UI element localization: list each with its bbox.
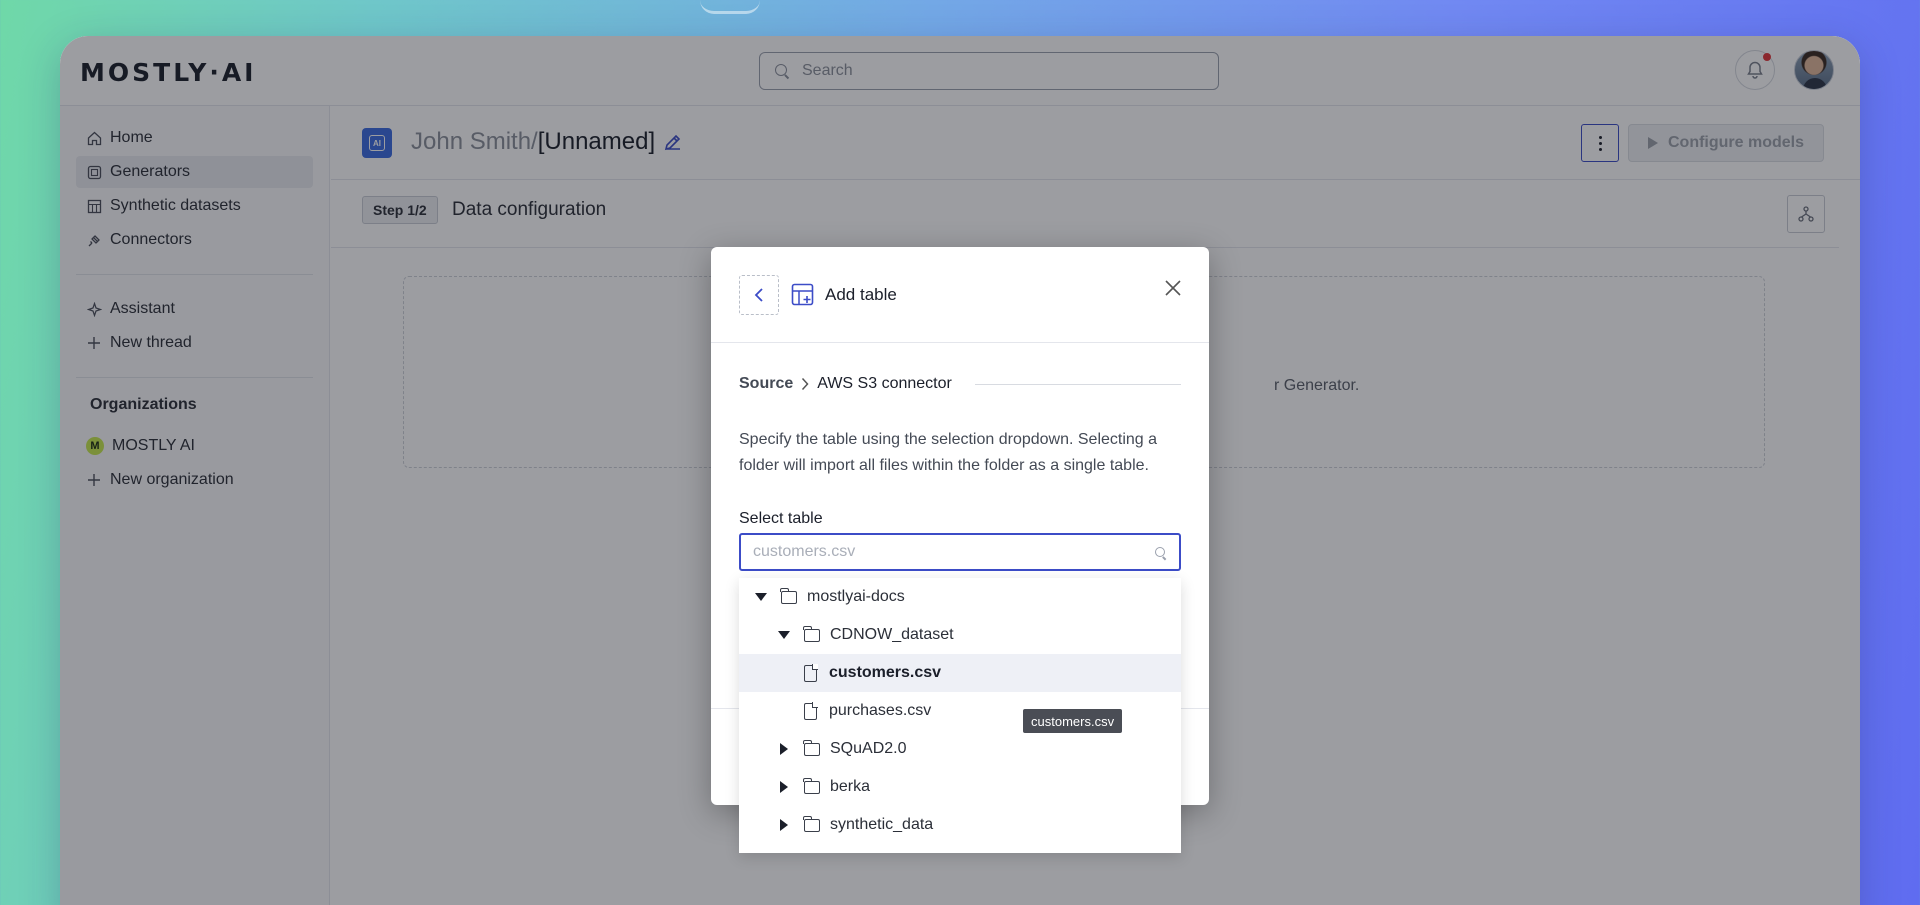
tree-label: berka — [830, 778, 871, 795]
tree-folder-squad[interactable]: SQuAD2.0 — [739, 730, 1181, 768]
tree-label: SQuAD2.0 — [830, 740, 907, 757]
add-table-icon — [791, 283, 814, 306]
dialog-header: Add table — [711, 247, 1209, 343]
breadcrumb-connector: AWS S3 connector — [817, 375, 952, 392]
file-icon — [804, 701, 818, 720]
select-table-field[interactable] — [739, 533, 1181, 571]
back-button[interactable] — [739, 275, 779, 315]
modal-overlay: Add table Source AWS S3 connector Specif… — [0, 0, 1920, 905]
search-icon — [1155, 547, 1167, 559]
tree-file-customers[interactable]: customers.csv — [739, 654, 1181, 692]
caret-right-icon[interactable] — [780, 781, 788, 793]
dialog-description: Specify the table using the selection dr… — [739, 431, 1158, 474]
tree-label: synthetic_data — [830, 816, 934, 833]
caret-right-icon[interactable] — [780, 743, 788, 755]
breadcrumb: Source AWS S3 connector — [739, 375, 952, 393]
breadcrumb-source[interactable]: Source — [739, 375, 793, 393]
caret-right-icon[interactable] — [780, 819, 788, 831]
chevron-left-icon — [754, 288, 763, 302]
select-table-label: Select table — [739, 510, 823, 527]
tree-folder-cdnow-dataset[interactable]: CDNOW_dataset — [739, 616, 1181, 654]
select-table-input[interactable] — [753, 543, 1143, 561]
tree-label: mostlyai-docs — [807, 588, 905, 605]
file-icon — [804, 663, 818, 682]
tree-label: CDNOW_dataset — [830, 626, 954, 643]
folder-icon — [803, 625, 820, 642]
close-icon — [1165, 280, 1181, 296]
tree-folder-mostlyai-docs[interactable]: mostlyai-docs — [739, 578, 1181, 616]
tree-folder-berka[interactable]: berka — [739, 768, 1181, 806]
caret-down-icon[interactable] — [778, 631, 790, 639]
tree-folder-synthetic-data[interactable]: synthetic_data — [739, 806, 1181, 844]
close-button[interactable] — [1165, 275, 1181, 303]
breadcrumb-divider — [975, 384, 1181, 385]
caret-down-icon[interactable] — [755, 593, 767, 601]
folder-icon — [803, 739, 820, 756]
dialog-title: Add table — [825, 285, 897, 304]
tree-label: purchases.csv — [829, 702, 932, 719]
folder-icon — [803, 815, 820, 832]
folder-icon — [780, 587, 797, 604]
tree-label: customers.csv — [829, 664, 942, 681]
filename-tooltip: customers.csv — [1023, 709, 1123, 733]
folder-icon — [803, 777, 820, 794]
chevron-right-icon — [802, 377, 809, 391]
